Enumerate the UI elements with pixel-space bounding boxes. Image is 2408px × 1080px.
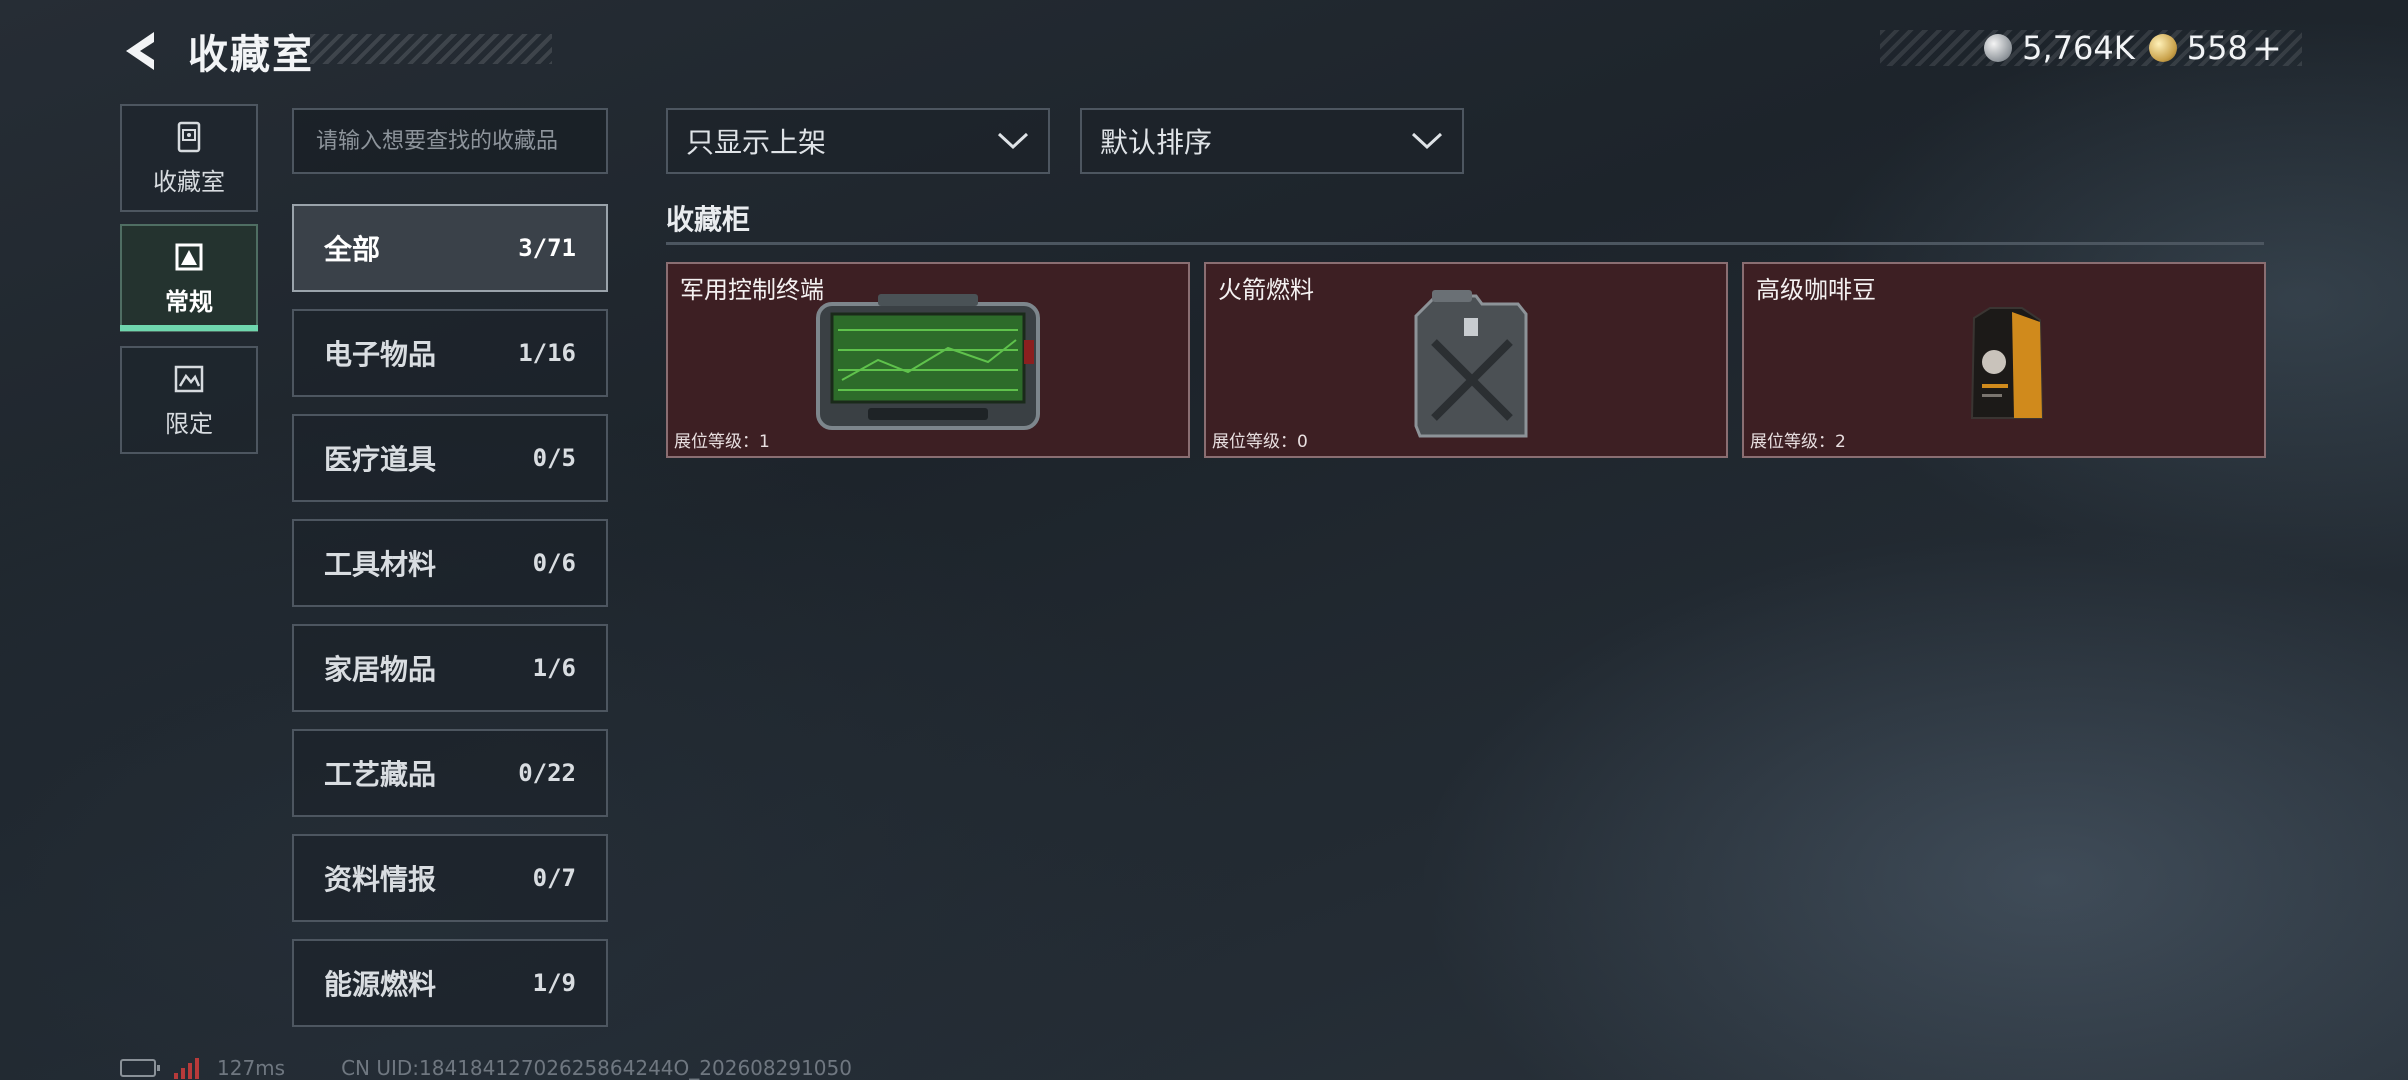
card-corner	[1206, 264, 1214, 272]
card-corner	[2256, 264, 2264, 272]
nav-collection-room[interactable]: 收藏室	[120, 104, 258, 212]
signal-icon	[174, 1057, 199, 1079]
category-count: 0/7	[532, 864, 576, 892]
category-count: 0/5	[532, 444, 576, 472]
category-tools[interactable]: 工具材料 0/6	[292, 519, 608, 607]
card-corner	[2256, 448, 2264, 456]
item-level: 展位等级：0	[1212, 432, 1308, 452]
fuel-can-icon	[1414, 290, 1528, 438]
category-medical[interactable]: 医疗道具 0/5	[292, 414, 608, 502]
item-name: 军用控制终端	[680, 276, 824, 304]
category-name: 全部	[324, 233, 381, 266]
currency-silver: 5,764K	[1984, 29, 2135, 67]
card-corner	[1744, 264, 1752, 272]
chevron-down-icon	[997, 132, 1029, 150]
chevron-down-icon	[1411, 132, 1443, 150]
category-crafts[interactable]: 工艺藏品 0/22	[292, 729, 608, 817]
card-corner	[1718, 264, 1726, 272]
section-divider	[666, 242, 2264, 245]
category-name: 工具材料	[324, 548, 437, 581]
category-all[interactable]: 全部 3/71	[292, 204, 608, 292]
category-intel[interactable]: 资料情报 0/7	[292, 834, 608, 922]
search-input[interactable]	[292, 108, 608, 174]
category-name: 工艺藏品	[324, 758, 437, 791]
category-count: 0/6	[532, 549, 576, 577]
sort-dropdown[interactable]: 默认排序	[1080, 108, 1464, 174]
coffee-bag-icon	[1970, 307, 2044, 419]
status-footer: 127ms CN UID:18418412702625864244O_20260…	[120, 1056, 852, 1080]
nav-regular[interactable]: 常规	[120, 224, 258, 332]
ping-text: 127ms	[217, 1056, 286, 1080]
add-currency-button[interactable]: +	[2252, 28, 2282, 69]
currency-gold[interactable]: 558 +	[2148, 28, 2282, 69]
nav-label: 收藏室	[153, 167, 225, 196]
active-tab-indicator	[120, 325, 258, 331]
sort-value: 默认排序	[1100, 126, 1213, 159]
battery-icon	[120, 1059, 160, 1077]
card-corner	[668, 264, 676, 272]
gold-coin-icon	[2148, 34, 2177, 62]
card-corner	[1180, 264, 1188, 272]
display-filter-value: 只显示上架	[686, 126, 827, 159]
category-name: 电子物品	[324, 338, 437, 371]
silver-coin-icon	[1984, 34, 2013, 62]
card-corner	[1180, 448, 1188, 456]
control-terminal-icon	[816, 294, 1040, 430]
category-name: 能源燃料	[324, 968, 437, 1001]
title-decoration	[310, 34, 552, 64]
category-count: 0/22	[518, 759, 576, 787]
category-electronics[interactable]: 电子物品 1/16	[292, 309, 608, 397]
regular-icon	[175, 243, 203, 270]
nav-label: 常规	[165, 287, 213, 316]
item-card-premium-coffee-beans[interactable]: 高级咖啡豆 展位等级：2	[1742, 262, 2266, 458]
category-name: 家居物品	[324, 653, 437, 686]
uid-text: CN UID:18418412702625864244O_20260829105…	[341, 1056, 852, 1080]
silver-amount: 5,764K	[2022, 29, 2135, 67]
category-name: 医疗道具	[324, 443, 437, 476]
nav-label: 限定	[165, 409, 213, 438]
currency-bar: 5,764K 558 +	[1880, 28, 2302, 69]
item-level: 展位等级：2	[1750, 432, 1846, 452]
collection-room-icon	[177, 121, 201, 152]
back-arrow-icon[interactable]	[118, 28, 164, 74]
category-household[interactable]: 家居物品 1/6	[292, 624, 608, 712]
display-filter-dropdown[interactable]: 只显示上架	[666, 108, 1050, 174]
category-count: 1/16	[518, 339, 576, 367]
category-count: 1/9	[532, 969, 576, 997]
limited-icon	[174, 365, 204, 392]
nav-limited[interactable]: 限定	[120, 346, 258, 454]
item-card-control-terminal[interactable]: 军用控制终端 展位等级：1	[666, 262, 1190, 458]
section-title: 收藏柜	[666, 203, 751, 236]
item-level: 展位等级：1	[674, 432, 770, 452]
category-name: 资料情报	[324, 863, 437, 896]
page-title: 收藏室	[188, 32, 314, 78]
gold-amount: 558	[2186, 29, 2248, 67]
category-count: 3/71	[518, 234, 576, 262]
item-name: 火箭燃料	[1218, 276, 1314, 304]
category-count: 1/6	[532, 654, 576, 682]
category-energy[interactable]: 能源燃料 1/9	[292, 939, 608, 1027]
card-corner	[1718, 448, 1726, 456]
item-card-rocket-fuel[interactable]: 火箭燃料 展位等级：0	[1204, 262, 1728, 458]
item-name: 高级咖啡豆	[1756, 276, 1876, 304]
